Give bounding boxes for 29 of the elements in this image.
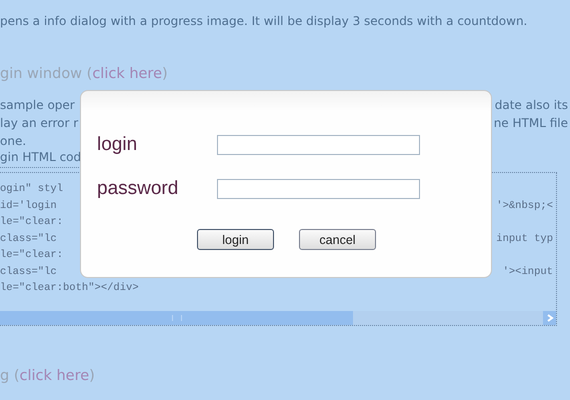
code-line: ogin" styl xyxy=(0,182,64,197)
paragraph-fragment: lay an error r xyxy=(0,115,78,132)
paren-text: ) xyxy=(162,66,168,82)
code-line: le="clear: xyxy=(0,248,64,263)
field-label: login xyxy=(97,134,138,156)
code-line: class="lc xyxy=(0,264,57,280)
code-line: '>&nbsp;< xyxy=(496,198,553,214)
paragraph-fragment: ne HTML file xyxy=(494,115,568,132)
dialog-button[interactable]: login xyxy=(197,229,274,250)
code-line: input typ xyxy=(496,232,553,246)
code-line: le="clear:both"></div> xyxy=(0,281,139,296)
dialog-button[interactable]: cancel xyxy=(299,229,376,250)
field-label: password xyxy=(97,178,180,200)
code-line: le="clear: xyxy=(0,215,64,230)
section-heading: g ( xyxy=(0,368,20,384)
paragraph-fragment: one. xyxy=(0,133,26,150)
code-line: class="lc xyxy=(0,232,57,246)
input-field[interactable] xyxy=(217,179,420,199)
paragraph-fragment: sample oper xyxy=(0,97,75,114)
code-line: '><input xyxy=(502,264,553,280)
input-field[interactable] xyxy=(217,135,420,155)
scrollbar-thumb[interactable] xyxy=(0,311,353,325)
paren-text: ) xyxy=(89,368,95,384)
code-line: id='login xyxy=(0,198,57,214)
paragraph-fragment: date also its xyxy=(494,97,568,114)
section-heading: gin window ( xyxy=(0,66,92,82)
horizontal-scrollbar[interactable] xyxy=(0,311,556,325)
scroll-right-icon[interactable] xyxy=(543,311,556,325)
paragraph: pens a info dialog with a progress image. It will be display 3 seconds with a countdown. xyxy=(0,13,528,28)
